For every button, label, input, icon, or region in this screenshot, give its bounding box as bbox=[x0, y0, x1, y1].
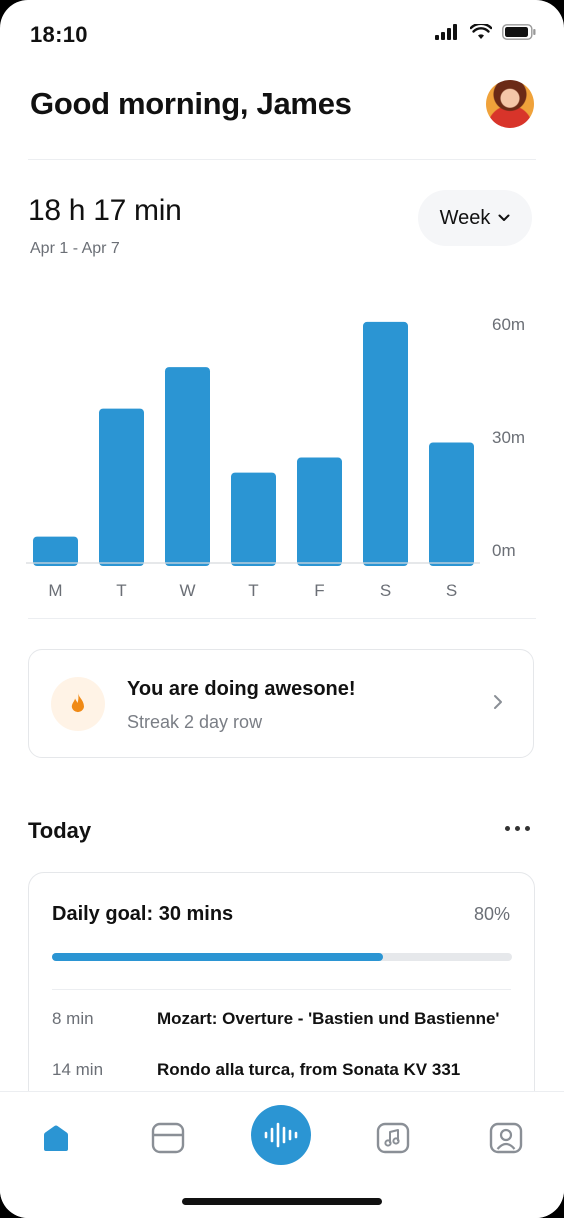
list-item[interactable]: 8 min Mozart: Overture - 'Bastien und Ba… bbox=[52, 1007, 514, 1031]
streak-subtitle: Streak 2 day row bbox=[127, 712, 263, 732]
session-duration: 14 min bbox=[52, 1060, 104, 1079]
battery-icon bbox=[502, 24, 536, 40]
signal-icon bbox=[435, 24, 457, 40]
record-icon bbox=[264, 1122, 298, 1148]
profile-icon bbox=[489, 1122, 523, 1154]
goal-label: Daily goal: 30 mins bbox=[52, 903, 234, 925]
tab-profile[interactable] bbox=[486, 1118, 526, 1158]
chevron-right-icon bbox=[494, 695, 502, 709]
period-label: Week bbox=[439, 206, 491, 229]
weekly-bar-chart: M T W T F S S 0m 30m 60m bbox=[26, 315, 525, 600]
session-duration: 8 min bbox=[52, 1009, 94, 1028]
chart-bar bbox=[363, 321, 408, 566]
list-item[interactable]: 14 min Rondo alla turca, from Sonata KV … bbox=[52, 1058, 514, 1082]
chart-bar bbox=[231, 472, 276, 566]
tab-library[interactable] bbox=[148, 1118, 188, 1158]
streak-title: You are doing awesone! bbox=[127, 678, 356, 700]
flame-badge bbox=[51, 677, 105, 731]
chart-divider bbox=[28, 618, 536, 619]
header: Good morning, James bbox=[30, 80, 534, 136]
chart-bar bbox=[99, 408, 144, 566]
status-time: 18:10 bbox=[30, 22, 88, 47]
chart-bar bbox=[429, 442, 474, 566]
goal-progress-bar bbox=[52, 953, 512, 961]
chart-bar bbox=[33, 536, 78, 566]
flame-icon bbox=[71, 693, 84, 713]
session-title: Mozart: Overture - 'Bastien und Bastienn… bbox=[157, 1009, 500, 1028]
section-title-today: Today bbox=[28, 818, 92, 843]
y-tick-label: 60m bbox=[492, 315, 525, 334]
status-bar: 18:10 bbox=[0, 0, 564, 60]
period-dropdown[interactable]: Week bbox=[418, 190, 532, 246]
page-title: Good morning, James bbox=[30, 86, 352, 121]
y-tick-label: 30m bbox=[492, 428, 525, 447]
x-tick-label: F bbox=[314, 581, 324, 600]
home-indicator bbox=[182, 1198, 382, 1205]
x-tick-label: T bbox=[116, 581, 126, 600]
tab-home[interactable] bbox=[36, 1118, 76, 1158]
chevron-down-icon bbox=[498, 214, 510, 221]
record-button[interactable] bbox=[251, 1105, 311, 1165]
chart-bar bbox=[165, 367, 210, 566]
goal-divider bbox=[52, 989, 511, 990]
x-tick-label: M bbox=[48, 581, 62, 600]
y-tick-label: 0m bbox=[492, 541, 516, 560]
x-tick-label: W bbox=[179, 581, 195, 600]
total-listening-time: 18 h 17 min bbox=[28, 194, 182, 227]
app-screen: 18:10 Good morning, James 18 h 17 min Ap… bbox=[0, 0, 564, 1218]
streak-card[interactable]: You are doing awesone! Streak 2 day row bbox=[28, 649, 534, 758]
home-icon bbox=[44, 1125, 68, 1151]
goal-percent: 80% bbox=[473, 904, 510, 924]
wifi-icon bbox=[470, 24, 492, 39]
header-divider bbox=[28, 159, 536, 160]
chart-bar bbox=[297, 457, 342, 566]
tab-music[interactable] bbox=[373, 1118, 413, 1158]
library-icon bbox=[151, 1122, 185, 1154]
avatar[interactable] bbox=[486, 80, 534, 128]
x-tick-label: S bbox=[446, 581, 457, 600]
session-title: Rondo alla turca, from Sonata KV 331 bbox=[157, 1060, 461, 1079]
music-icon bbox=[376, 1122, 410, 1154]
x-tick-label: T bbox=[248, 581, 258, 600]
status-icons bbox=[434, 24, 536, 40]
more-options-icon[interactable] bbox=[505, 826, 530, 831]
goal-progress-fill bbox=[52, 953, 384, 961]
date-range: Apr 1 - Apr 7 bbox=[30, 240, 120, 257]
x-tick-label: S bbox=[380, 581, 391, 600]
